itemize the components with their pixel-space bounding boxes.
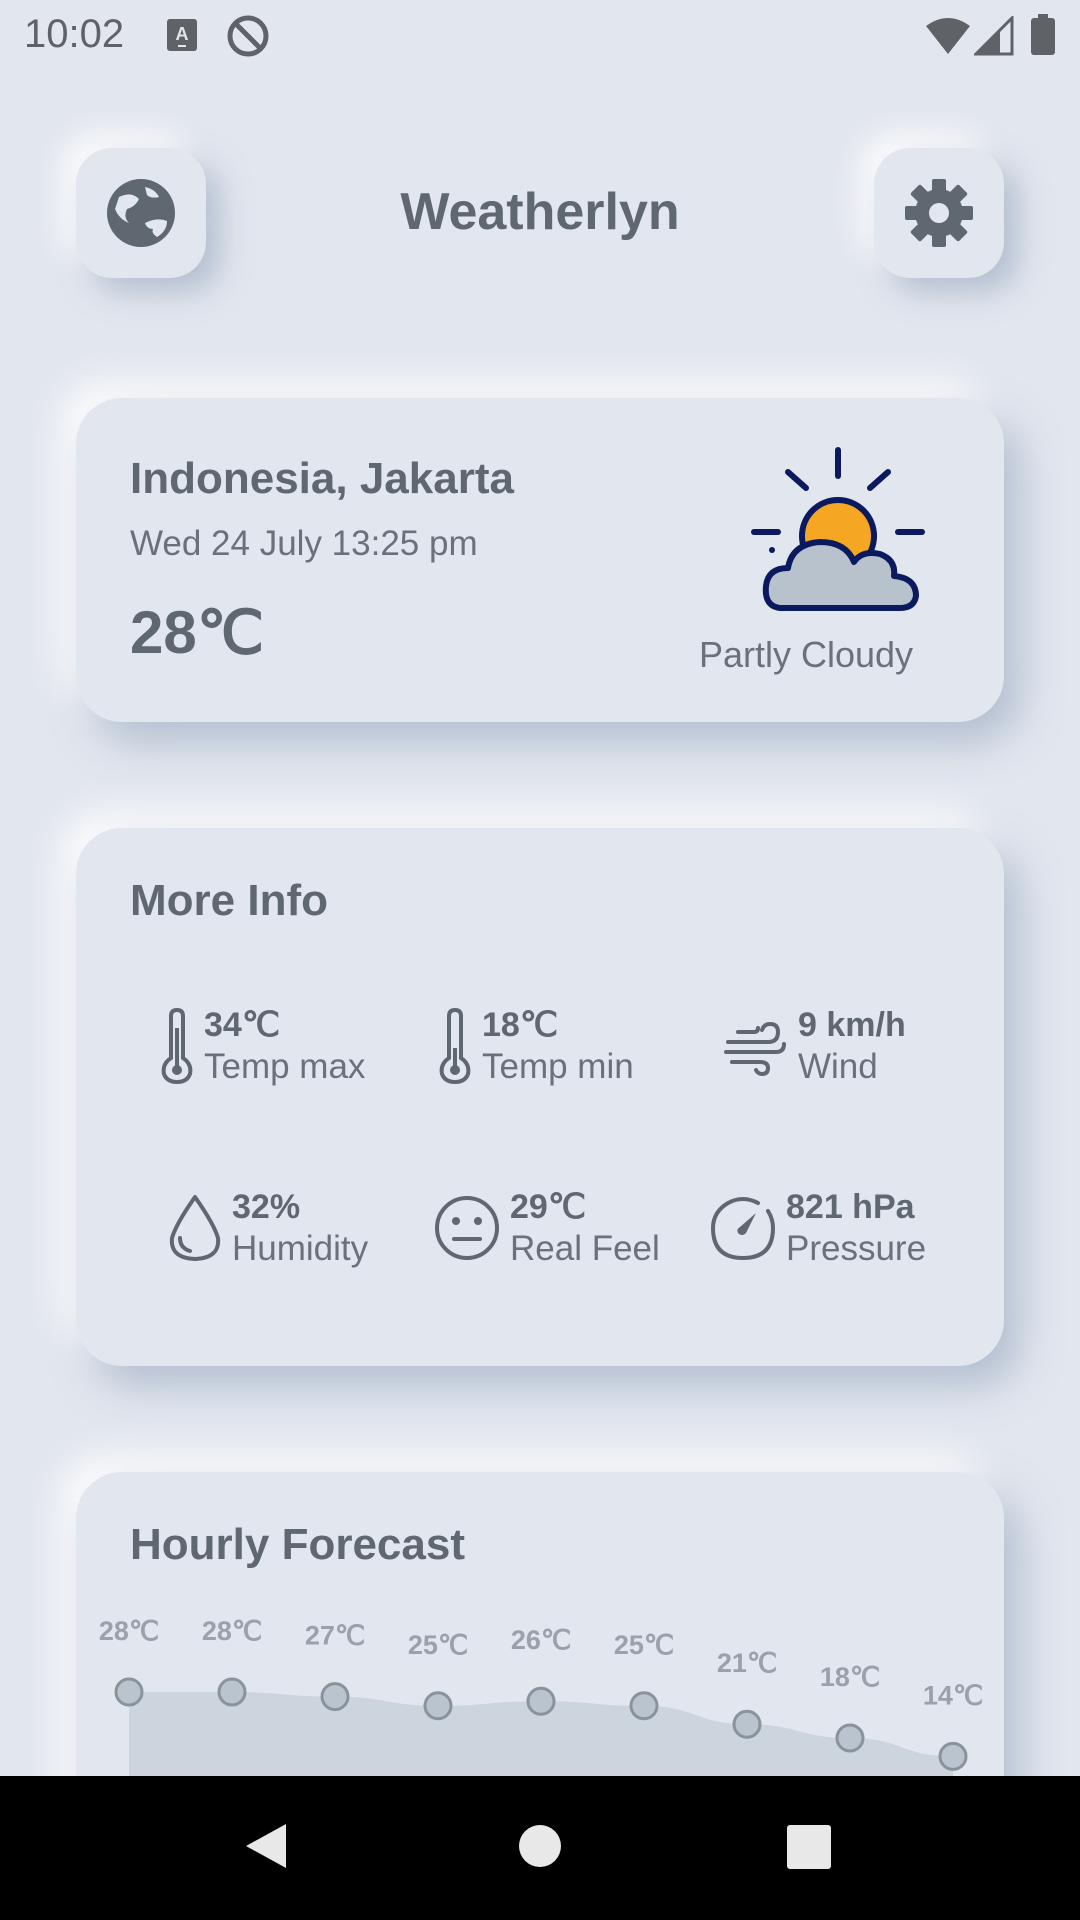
signal-icon bbox=[974, 16, 1014, 56]
settings-button[interactable] bbox=[874, 148, 1004, 278]
forecast-temp-label: 27℃ bbox=[305, 1621, 365, 1651]
forecast-point bbox=[938, 1741, 968, 1771]
info-temp-max: 34℃ Temp max bbox=[160, 1004, 365, 1088]
thermometer-icon bbox=[161, 1008, 193, 1084]
app-screen: 10:02 A Weatherlyn Indonesia, Jakarta We… bbox=[0, 0, 1080, 1920]
gear-icon bbox=[905, 179, 973, 247]
svg-text:A: A bbox=[176, 24, 189, 44]
neutral-face-icon bbox=[435, 1196, 499, 1260]
recents-icon[interactable] bbox=[786, 1824, 832, 1870]
info-real-feel: 29℃ Real Feel bbox=[434, 1186, 660, 1270]
info-humidity: 32% Humidity bbox=[168, 1186, 368, 1270]
forecast-point bbox=[423, 1691, 453, 1721]
battery-icon bbox=[1031, 14, 1055, 55]
forecast-temp-label: 28℃ bbox=[202, 1616, 262, 1646]
forecast-temp-label: 14℃ bbox=[923, 1680, 983, 1710]
forecast-temp-label: 25℃ bbox=[408, 1630, 468, 1660]
forecast-temp-label: 25℃ bbox=[614, 1630, 674, 1660]
keyboard-a-icon: A bbox=[167, 19, 197, 51]
forecast-point bbox=[629, 1691, 659, 1721]
status-time: 10:02 bbox=[24, 12, 125, 56]
forecast-point bbox=[320, 1682, 350, 1712]
home-icon[interactable] bbox=[518, 1824, 562, 1868]
forecast-temp-label: 28℃ bbox=[99, 1616, 159, 1646]
forecast-temp-label: 18℃ bbox=[820, 1662, 880, 1692]
info-value: 821 hPa bbox=[786, 1188, 915, 1226]
info-label: Real Feel bbox=[510, 1229, 660, 1268]
condition-label: Partly Cloudy bbox=[698, 634, 914, 675]
forecast-temp-label: 21℃ bbox=[717, 1648, 777, 1678]
more-info-title: More Info bbox=[130, 876, 328, 925]
forecast-point bbox=[732, 1709, 762, 1739]
navigation-bar bbox=[0, 1776, 1080, 1920]
partly-cloudy-icon bbox=[751, 447, 925, 611]
info-pressure: 821 hPa Pressure bbox=[710, 1186, 926, 1270]
info-value: 32% bbox=[232, 1188, 301, 1226]
droplet-icon bbox=[169, 1195, 221, 1261]
forecast-point bbox=[526, 1686, 556, 1716]
wifi-icon bbox=[926, 18, 970, 54]
do-not-disturb-icon bbox=[227, 15, 269, 57]
forecast-point bbox=[114, 1677, 144, 1707]
info-label: Pressure bbox=[786, 1229, 927, 1268]
current-weather-card: Indonesia, Jakarta Wed 24 July 13:25 pm … bbox=[76, 398, 1004, 722]
info-label: Wind bbox=[798, 1047, 878, 1086]
current-temperature: 28℃ bbox=[130, 599, 265, 666]
info-wind: 9 km/h Wind bbox=[724, 1004, 906, 1088]
forecast-point bbox=[835, 1723, 865, 1753]
info-label: Temp max bbox=[204, 1047, 366, 1086]
back-icon[interactable] bbox=[244, 1822, 288, 1870]
more-info-card: More Info 34℃ Temp max 18℃ Temp min 9 km… bbox=[76, 828, 1004, 1366]
datetime-label: Wed 24 July 13:25 pm bbox=[130, 524, 478, 563]
info-value: 29℃ bbox=[510, 1188, 587, 1226]
info-temp-min: 18℃ Temp min bbox=[438, 1004, 634, 1088]
info-label: Humidity bbox=[232, 1229, 369, 1268]
info-label: Temp min bbox=[482, 1047, 634, 1086]
status-bar: 10:02 A bbox=[0, 0, 1080, 74]
forecast-point bbox=[217, 1677, 247, 1707]
info-value: 34℃ bbox=[204, 1006, 281, 1044]
info-value: 9 km/h bbox=[798, 1006, 906, 1044]
thermometer-icon bbox=[439, 1008, 471, 1084]
info-value: 18℃ bbox=[482, 1006, 559, 1044]
wind-icon bbox=[724, 1021, 786, 1076]
gauge-icon bbox=[710, 1197, 776, 1261]
location-label: Indonesia, Jakarta bbox=[130, 454, 514, 503]
forecast-temp-label: 26℃ bbox=[511, 1625, 571, 1655]
